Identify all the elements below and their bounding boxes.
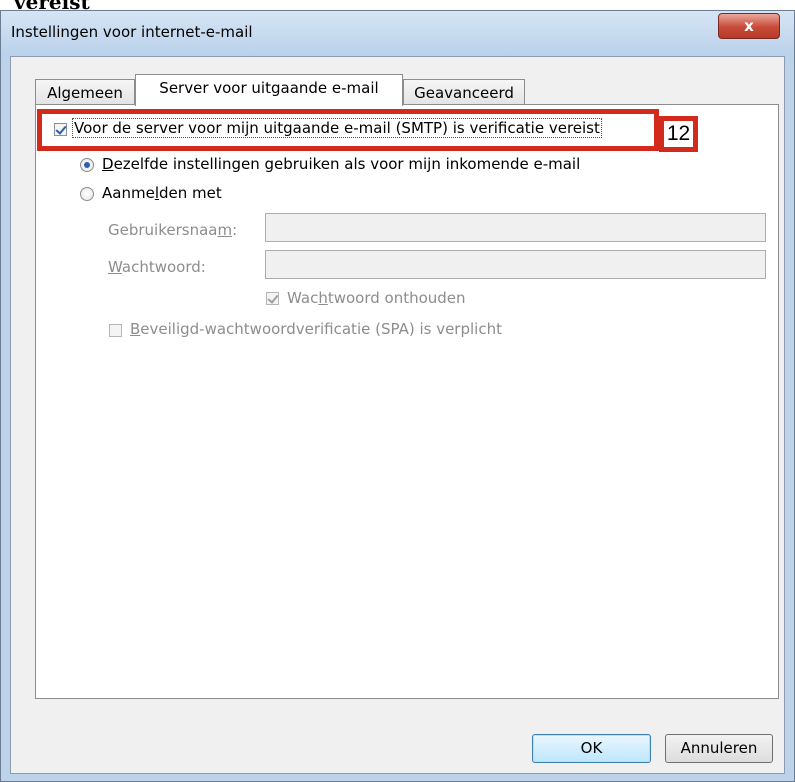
login-with-label[interactable]: Aanmelden met xyxy=(102,184,222,202)
close-icon: x xyxy=(744,17,754,35)
password-label: Wachtwoord: xyxy=(108,258,206,276)
accelerator-key: D xyxy=(102,155,114,173)
cancel-button[interactable]: Annuleren xyxy=(665,734,773,763)
label-part: achtwoord: xyxy=(121,258,206,276)
accelerator-key: W xyxy=(108,258,122,276)
accelerator-key: B xyxy=(130,320,141,338)
username-input[interactable] xyxy=(265,213,766,242)
highlight-box xyxy=(37,109,659,151)
remember-password-label: Wachtwoord onthouden xyxy=(287,289,466,307)
tab-label: Geavanceerd xyxy=(414,84,514,102)
label-part: Wac xyxy=(287,289,319,307)
label-part: Gebruikersnaa xyxy=(108,221,218,239)
step-number-badge: 12 xyxy=(659,116,698,152)
tab-label: Algemeen xyxy=(47,84,123,102)
close-button[interactable]: x xyxy=(718,13,780,39)
tab-server-voor-uitgaande-e-mail[interactable]: Server voor uitgaande e-mail xyxy=(135,74,403,106)
label-part: : xyxy=(232,221,238,239)
label-part: twoord onthouden xyxy=(327,289,466,307)
spa-checkbox[interactable] xyxy=(109,324,122,337)
title-bar[interactable]: Instellingen voor internet-e-mail x xyxy=(1,11,794,57)
label-part: ezelfde instellingen gebruiken als voor … xyxy=(113,155,581,173)
label-part: den met xyxy=(158,184,222,202)
login-with-radio[interactable] xyxy=(80,187,94,201)
tab-geavanceerd[interactable]: Geavanceerd xyxy=(403,79,525,105)
step-number: 12 xyxy=(666,122,691,145)
ok-button[interactable]: OK xyxy=(532,734,651,763)
remember-password-checkbox[interactable] xyxy=(266,292,279,305)
accelerator-key: m xyxy=(217,221,233,239)
accelerator-key: h xyxy=(318,289,328,307)
same-settings-label[interactable]: Dezelfde instellingen gebruiken als voor… xyxy=(102,155,580,173)
same-settings-radio[interactable] xyxy=(80,158,94,172)
dialog-title: Instellingen voor internet-e-mail xyxy=(11,23,253,41)
password-input[interactable] xyxy=(265,250,766,279)
label-part: eveiligd-wachtwoordverificatie (SPA) is … xyxy=(140,320,502,338)
tab-algemeen[interactable]: Algemeen xyxy=(35,79,135,105)
spa-label: Beveiligd-wachtwoordverificatie (SPA) is… xyxy=(130,320,502,338)
tab-label: Server voor uitgaande e-mail xyxy=(159,79,379,97)
username-label: Gebruikersnaam: xyxy=(108,221,237,239)
label-part: Aanme xyxy=(102,184,155,202)
